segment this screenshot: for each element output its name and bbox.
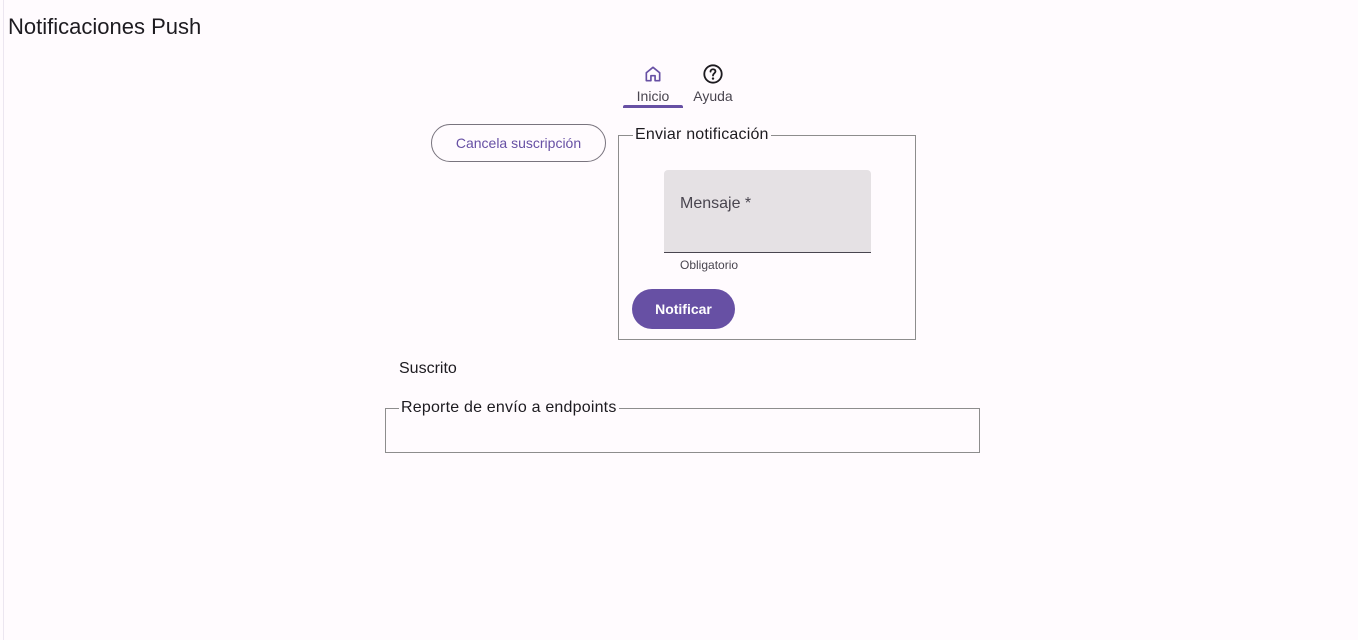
send-notification-legend: Enviar notificación bbox=[633, 126, 771, 144]
page-title: Notificaciones Push bbox=[8, 14, 202, 39]
tab-label: Inicio bbox=[636, 88, 670, 104]
message-field-label: Mensaje * bbox=[680, 195, 752, 212]
message-supporting-text: Obligatorio bbox=[680, 258, 739, 272]
tab-ayuda[interactable]: Ayuda bbox=[683, 60, 743, 108]
notify-button[interactable]: Notificar bbox=[632, 289, 735, 329]
home-icon bbox=[642, 63, 664, 85]
tab-bar: Inicio Ayuda bbox=[623, 60, 743, 108]
message-field[interactable]: Mensaje * bbox=[664, 170, 871, 253]
active-tab-indicator bbox=[623, 105, 683, 108]
endpoint-report-panel: Reporte de envío a endpoints bbox=[385, 399, 980, 453]
tab-inicio[interactable]: Inicio bbox=[623, 60, 683, 108]
subscription-status: Suscrito bbox=[399, 360, 457, 377]
endpoint-report-legend: Reporte de envío a endpoints bbox=[399, 399, 619, 417]
tab-label: Ayuda bbox=[693, 88, 733, 104]
help-circle-icon bbox=[702, 63, 724, 85]
page-edge bbox=[3, 0, 4, 640]
cancel-subscription-button[interactable]: Cancela suscripción bbox=[431, 124, 606, 162]
send-notification-panel: Enviar notificación Mensaje * Obligatori… bbox=[618, 126, 916, 340]
